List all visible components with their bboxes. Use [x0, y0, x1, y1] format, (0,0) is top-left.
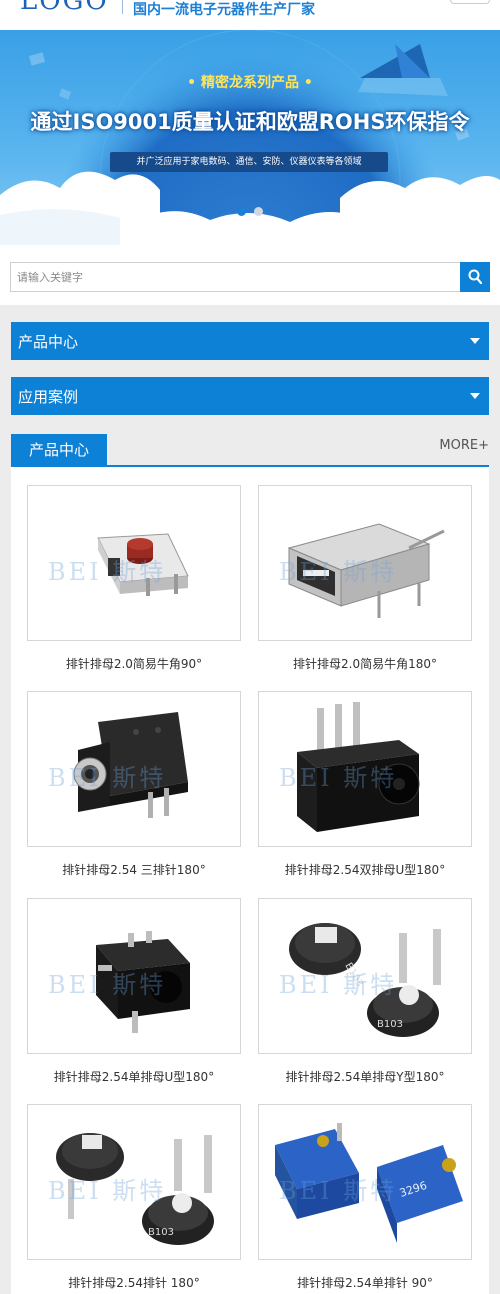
search-button[interactable]	[460, 262, 490, 292]
product-image[interactable]: BEI 斯特	[258, 485, 472, 641]
header-slogan: 国内一流电子元器件生产厂家	[133, 2, 315, 18]
watermark: BEI 斯特	[279, 1177, 398, 1205]
product-image[interactable]: B103 B103 BEI 斯特	[258, 898, 472, 1054]
banner-tagline: 并广泛应用于家电数码、通信、安防、仪器仪表等各领域	[136, 157, 362, 167]
slider-dot-1[interactable]	[237, 207, 246, 216]
slider-dots	[0, 201, 500, 220]
more-link[interactable]: MORE+	[439, 438, 489, 453]
hero-banner[interactable]: • 精密龙系列产品 • 通过ISO9001质量认证和欧盟ROHS环保指令 并广泛…	[0, 30, 500, 245]
watermark: BEI 斯特	[279, 558, 398, 586]
product-image[interactable]: 3296 BEI 斯特	[258, 1104, 472, 1260]
page: LOGO 国内一流电子元器件生产厂家 • 精密龙系列产品 • 通过ISO9001…	[0, 0, 500, 1294]
product-caption[interactable]: 排针排母2.0简易牛角180°	[258, 655, 472, 672]
product-caption[interactable]: 排针排母2.54排针 180°	[27, 1274, 241, 1291]
product-image[interactable]: BEI 斯特	[27, 691, 241, 847]
product-caption[interactable]: 排针排母2.54双排母U型180°	[258, 861, 472, 878]
watermark: BEI 斯特	[279, 971, 398, 999]
search-bar	[0, 245, 500, 305]
svg-text:B103: B103	[148, 1227, 174, 1238]
product-image[interactable]: BEI 斯特	[27, 898, 241, 1054]
watermark: BEI 斯特	[48, 764, 167, 792]
product-caption[interactable]: 排针排母2.54 三排针180°	[27, 861, 241, 878]
logo[interactable]: LOGO	[20, 0, 109, 16]
watermark: BEI 斯特	[279, 764, 398, 792]
menu-label: 应用案例	[18, 388, 79, 406]
logo-divider	[122, 0, 123, 14]
caret-down-icon	[470, 338, 480, 344]
banner-tagline-bar: 并广泛应用于家电数码、通信、安防、仪器仪表等各领域	[110, 152, 388, 172]
product-caption[interactable]: 排针排母2.0简易牛角90°	[27, 655, 241, 672]
caret-down-icon	[470, 393, 480, 399]
watermark: BEI 斯特	[48, 558, 167, 586]
watermark: BEI 斯特	[48, 1177, 167, 1205]
site-header: LOGO 国内一流电子元器件生产厂家	[0, 0, 500, 30]
menu-product-center[interactable]: 产品中心	[11, 322, 489, 360]
menu-label: 产品中心	[18, 333, 79, 351]
product-image[interactable]: BEI 斯特	[27, 485, 241, 641]
product-caption[interactable]: 排针排母2.54单排母Y型180°	[258, 1068, 472, 1085]
product-image[interactable]: BEI 斯特	[258, 691, 472, 847]
product-grid: BEI 斯特 排针排母2.0简易牛角90° BEI 斯特 排针排母2.0简易牛角…	[11, 467, 489, 1294]
menu-button[interactable]	[450, 0, 490, 4]
search-icon	[468, 269, 482, 285]
search-input[interactable]	[10, 262, 460, 292]
slider-dot-2[interactable]	[254, 207, 263, 216]
svg-text:B103: B103	[377, 1019, 403, 1030]
tab-product-center[interactable]: 产品中心	[11, 434, 107, 467]
banner-title: 通过ISO9001质量认证和欧盟ROHS环保指令	[30, 110, 470, 134]
banner-subtitle: • 精密龙系列产品 •	[187, 75, 313, 91]
products-section-header: 产品中心 MORE+	[11, 432, 489, 467]
product-image[interactable]: B103 BEI 斯特	[27, 1104, 241, 1260]
product-caption[interactable]: 排针排母2.54单排母U型180°	[27, 1068, 241, 1085]
product-caption[interactable]: 排针排母2.54单排针 90°	[258, 1274, 472, 1291]
watermark: BEI 斯特	[48, 971, 167, 999]
menu-application-cases[interactable]: 应用案例	[11, 377, 489, 415]
